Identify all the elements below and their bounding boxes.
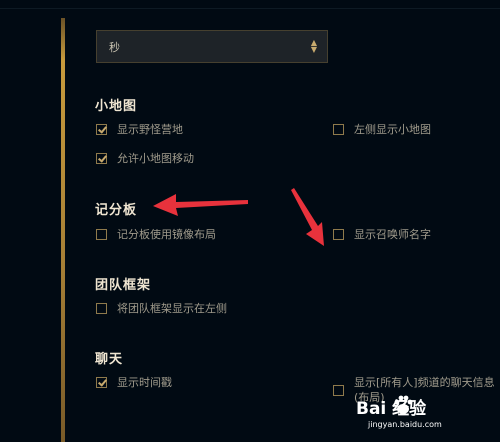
watermark-url: jingyan.baidu.com	[368, 420, 442, 429]
arrow-to-scoreboard	[153, 194, 248, 216]
baidu-watermark: Bai 经验 jingyan.baidu.com	[356, 394, 496, 438]
arrow-to-summoner-names	[291, 188, 324, 246]
baidu-paw-icon	[394, 395, 413, 414]
red-arrow-icon	[153, 188, 324, 246]
